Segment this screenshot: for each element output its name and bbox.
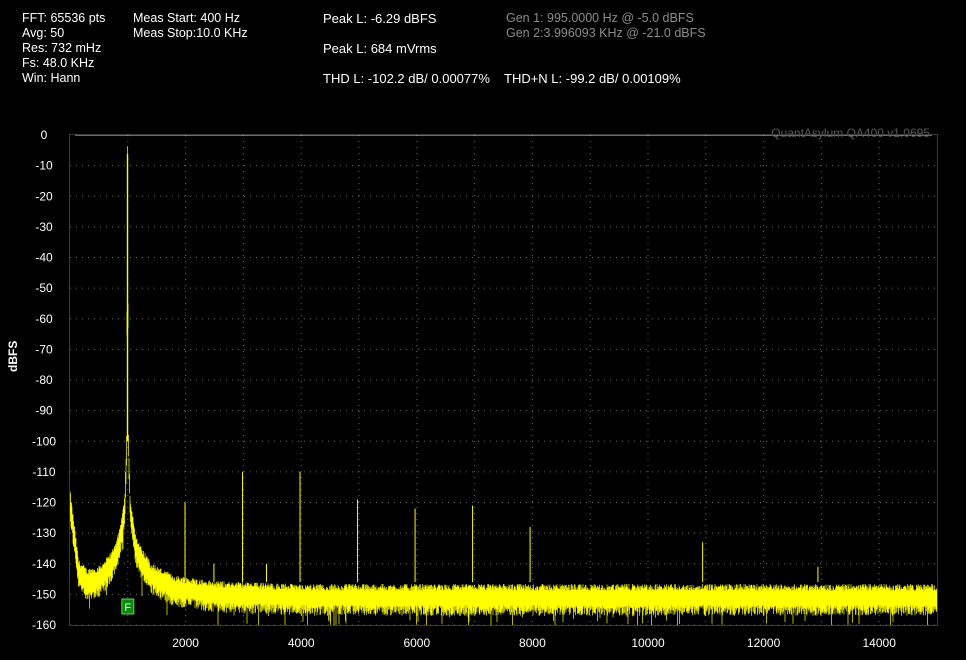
- y-tick-label: -120: [32, 496, 56, 510]
- x-tick-label: 6000: [403, 636, 430, 650]
- y-tick-label: -150: [32, 587, 56, 601]
- y-tick-label: -20: [35, 189, 53, 203]
- x-tick-label: 4000: [288, 636, 315, 650]
- y-tick-label: -60: [35, 312, 53, 326]
- noise-trace: [69, 146, 938, 625]
- y-tick-label: -130: [32, 526, 56, 540]
- fundamental-marker[interactable]: F: [121, 598, 135, 615]
- spectrum-trace-layer: [69, 146, 938, 625]
- x-tick-labels: 2000 4000 6000 8000 10000 12000 14000: [172, 636, 896, 650]
- x-tick-label: 10000: [631, 636, 665, 650]
- y-tick-label: -30: [35, 220, 53, 234]
- grid-layer: [70, 135, 937, 626]
- fundamental-marker-label: F: [124, 602, 131, 614]
- x-tick-label: 12000: [747, 636, 781, 650]
- y-tick-label: -100: [32, 434, 56, 448]
- y-tick-label: -80: [35, 373, 53, 387]
- y-tick-label: 0: [41, 128, 48, 142]
- y-tick-label: -110: [32, 465, 55, 479]
- x-tick-label: 2000: [172, 636, 199, 650]
- plot-frame: [69, 134, 938, 626]
- y-tick-label: -90: [35, 404, 53, 418]
- y-tick-label: -50: [35, 281, 53, 295]
- y-tick-label: -10: [35, 159, 53, 173]
- x-tick-label: 8000: [519, 636, 546, 650]
- x-tick-label: 14000: [863, 636, 897, 650]
- y-tick-labels: 0 -10 -20 -30 -40 -50 -60 -70 -80 -90 -100 -110 -120…: [32, 128, 56, 632]
- y-tick-label: -40: [35, 251, 53, 265]
- y-tick-label: -160: [32, 618, 56, 632]
- y-tick-label: -140: [32, 557, 56, 571]
- watermark-text: QuantAsylum QA400 v1.0695: [771, 126, 930, 140]
- spectrum-chart[interactable]: 0 -10 -20 -30 -40 -50 -60 -70 -80 -90 -100 -110 -120…: [0, 0, 966, 660]
- y-tick-label: -70: [35, 342, 53, 356]
